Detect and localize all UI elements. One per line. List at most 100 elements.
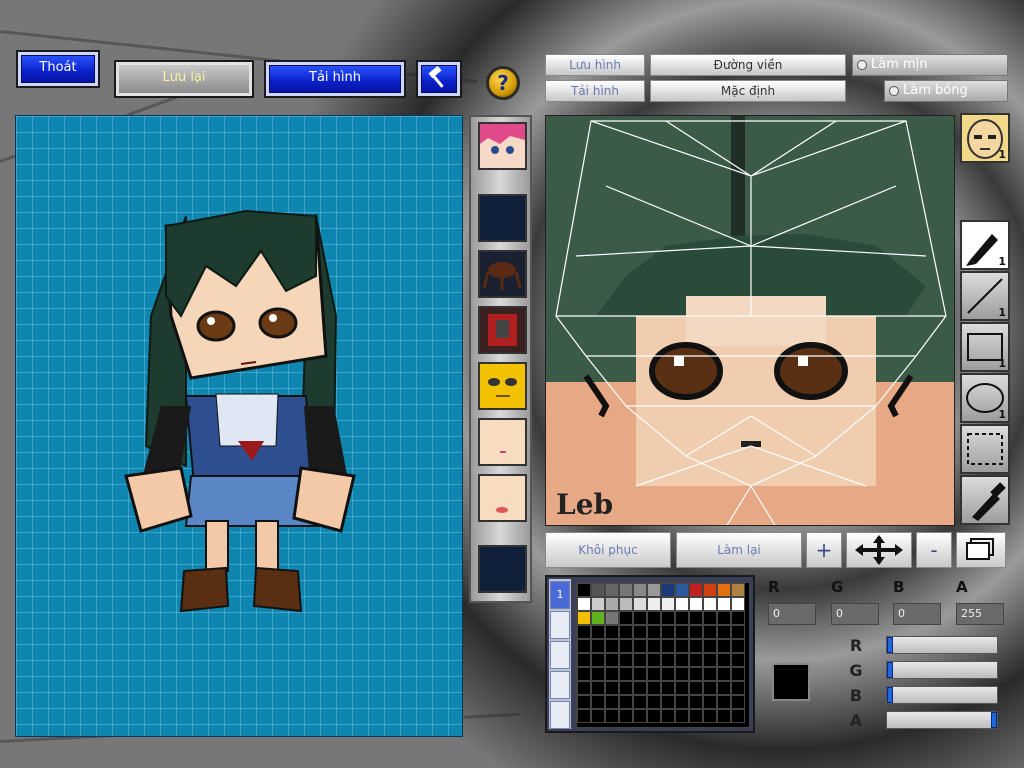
palette-swatch[interactable]	[703, 597, 717, 611]
palette-swatch[interactable]	[661, 583, 675, 597]
palette-swatch[interactable]	[689, 583, 703, 597]
palette-swatch[interactable]	[605, 625, 619, 639]
green-value-input[interactable]: 0	[831, 603, 879, 625]
part-slot-body[interactable]	[478, 250, 527, 298]
palette-swatch[interactable]	[717, 625, 731, 639]
palette-swatch[interactable]	[605, 681, 619, 695]
palette-swatch[interactable]	[619, 639, 633, 653]
blue-slider-thumb[interactable]	[887, 687, 893, 703]
palette-swatch[interactable]	[703, 653, 717, 667]
palette-swatch[interactable]	[675, 695, 689, 709]
blue-slider[interactable]	[886, 686, 998, 704]
palette-tab-1[interactable]: 1	[550, 581, 570, 609]
palette-swatch[interactable]	[577, 709, 591, 723]
palette-swatch[interactable]	[717, 611, 731, 625]
shade-option[interactable]: Làm bóng	[884, 80, 1008, 102]
palette-swatch[interactable]	[647, 667, 661, 681]
palette-swatch[interactable]	[605, 709, 619, 723]
palette-swatch[interactable]	[717, 681, 731, 695]
palette-swatch[interactable]	[605, 611, 619, 625]
part-slot-armor[interactable]	[478, 306, 527, 354]
palette-swatch[interactable]	[577, 597, 591, 611]
palette-swatch[interactable]	[661, 625, 675, 639]
zoom-out-button[interactable]: -	[916, 532, 952, 568]
palette-swatch[interactable]	[717, 597, 731, 611]
green-slider[interactable]	[886, 661, 998, 679]
palette-tab-2[interactable]	[550, 611, 570, 639]
part-slot-empty[interactable]	[478, 194, 527, 242]
help-button[interactable]: ?	[486, 66, 520, 100]
palette-swatch[interactable]	[591, 583, 605, 597]
red-slider-thumb[interactable]	[887, 637, 893, 653]
palette-swatch[interactable]	[633, 583, 647, 597]
palette-swatch[interactable]	[675, 667, 689, 681]
palette-swatch[interactable]	[675, 639, 689, 653]
palette-tab-3[interactable]	[550, 641, 570, 669]
palette-swatch[interactable]	[605, 597, 619, 611]
alpha-slider[interactable]	[886, 711, 998, 729]
palette-swatch[interactable]	[577, 611, 591, 625]
palette-swatch[interactable]	[689, 639, 703, 653]
palette-swatch[interactable]	[717, 667, 731, 681]
palette-swatch[interactable]	[619, 611, 633, 625]
palette-swatch[interactable]	[591, 695, 605, 709]
palette-swatch[interactable]	[703, 667, 717, 681]
palette-swatch[interactable]	[619, 653, 633, 667]
reload-image-button[interactable]: Tải hình	[264, 60, 406, 98]
palette-swatch[interactable]	[633, 667, 647, 681]
palette-swatch[interactable]	[605, 583, 619, 597]
palette-swatch[interactable]	[661, 695, 675, 709]
palette-swatch[interactable]	[633, 709, 647, 723]
palette-swatch[interactable]	[591, 611, 605, 625]
palette-swatch[interactable]	[619, 667, 633, 681]
palette-swatch[interactable]	[619, 597, 633, 611]
move-button[interactable]	[846, 532, 912, 568]
palette-swatch[interactable]	[577, 681, 591, 695]
palette-swatch[interactable]	[591, 667, 605, 681]
eyedropper-tool[interactable]	[960, 475, 1010, 525]
part-slot-face-blush[interactable]	[478, 474, 527, 522]
palette-swatch[interactable]	[647, 597, 661, 611]
palette-swatches[interactable]	[576, 582, 750, 728]
palette-swatch[interactable]	[577, 667, 591, 681]
select-tool[interactable]	[960, 424, 1010, 474]
palette-swatch[interactable]	[703, 639, 717, 653]
green-slider-thumb[interactable]	[887, 662, 893, 678]
palette-swatch[interactable]	[591, 681, 605, 695]
blue-value-input[interactable]: 0	[893, 603, 941, 625]
palette-swatch[interactable]	[647, 583, 661, 597]
palette-swatch[interactable]	[689, 681, 703, 695]
palette-swatch[interactable]	[577, 653, 591, 667]
palette-swatch[interactable]	[661, 611, 675, 625]
palette-tab-4[interactable]	[550, 671, 570, 699]
red-value-input[interactable]: 0	[768, 603, 816, 625]
palette-swatch[interactable]	[675, 709, 689, 723]
part-slot-hair[interactable]	[478, 122, 527, 170]
palette-swatch[interactable]	[661, 709, 675, 723]
palette-swatch[interactable]	[647, 695, 661, 709]
radio-shade[interactable]	[889, 86, 899, 96]
palette-swatch[interactable]	[703, 681, 717, 695]
palette-swatch[interactable]	[689, 653, 703, 667]
palette-swatch[interactable]	[689, 667, 703, 681]
palette-swatch[interactable]	[675, 625, 689, 639]
palette-swatch[interactable]	[731, 653, 745, 667]
avatar-preview-tool[interactable]: 1	[960, 113, 1010, 163]
palette-swatch[interactable]	[689, 597, 703, 611]
palette-swatch[interactable]	[675, 583, 689, 597]
zoom-in-button[interactable]: +	[806, 532, 842, 568]
palette-swatch[interactable]	[577, 639, 591, 653]
restore-button[interactable]: Khôi phục	[545, 532, 671, 568]
palette-swatch[interactable]	[661, 653, 675, 667]
palette-swatch[interactable]	[577, 583, 591, 597]
red-slider[interactable]	[886, 636, 998, 654]
palette-swatch[interactable]	[591, 639, 605, 653]
palette-swatch[interactable]	[661, 681, 675, 695]
default-button[interactable]: Mặc định	[650, 80, 846, 102]
part-slot-face-skin[interactable]	[478, 418, 527, 466]
load-texture-button[interactable]: Tải hình	[545, 80, 645, 102]
palette-swatch[interactable]	[689, 695, 703, 709]
palette-swatch[interactable]	[633, 695, 647, 709]
palette-swatch[interactable]	[731, 597, 745, 611]
palette-swatch[interactable]	[717, 653, 731, 667]
